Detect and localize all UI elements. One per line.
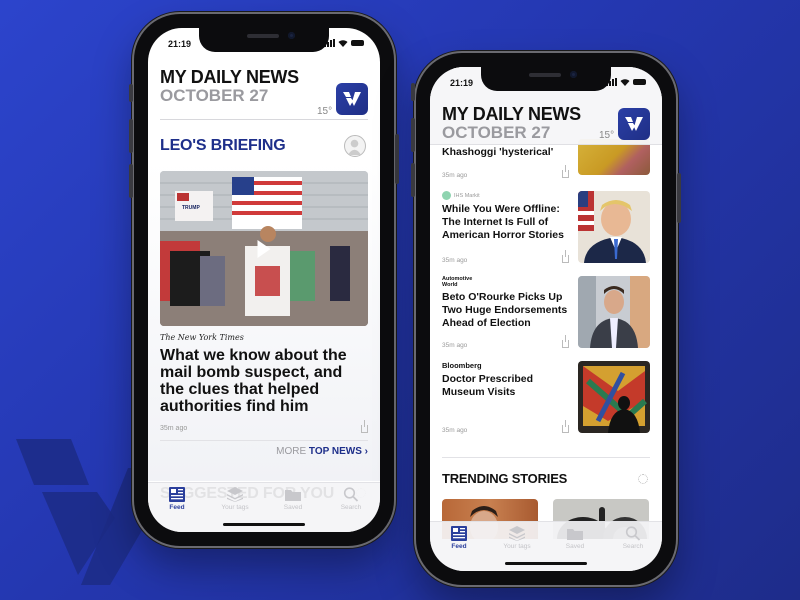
app-logo-button[interactable] [336, 83, 368, 115]
share-icon[interactable] [562, 250, 569, 263]
tab-label: Your tags [221, 504, 249, 511]
volume-up-button [411, 118, 415, 152]
home-indicator[interactable] [223, 523, 305, 526]
status-time: 21:19 [450, 78, 474, 88]
tab-search[interactable]: Search [326, 487, 376, 532]
article-title: Khashoggi 'hysterical' [442, 146, 554, 158]
article-item[interactable]: Khashoggi 'hysterical' 35m ago [442, 139, 650, 185]
feed-icon [169, 487, 185, 502]
divider [442, 457, 650, 458]
tab-label: Search [622, 543, 644, 550]
article-thumbnail [578, 191, 650, 263]
power-button [677, 173, 681, 223]
header-divider [160, 119, 368, 120]
wifi-icon [338, 40, 348, 47]
layers-icon [509, 526, 525, 541]
hero-headline[interactable]: What we know about the mail bomb suspect… [160, 347, 368, 415]
article-time: 35m ago [442, 172, 468, 179]
trending-title: TRENDING STORIES [442, 471, 568, 486]
tab-search[interactable]: Search [608, 526, 658, 571]
article-source: Automotive World [442, 276, 473, 288]
screen-right: 21:19 MY DAILY NEWS OCTOBER 27 15° Khash… [430, 67, 662, 571]
folder-icon [567, 529, 583, 540]
volume-down-button [411, 163, 415, 197]
article-time: 35m ago [442, 342, 468, 349]
share-icon[interactable] [562, 420, 569, 433]
tab-label: Search [340, 504, 362, 511]
tab-feed[interactable]: Feed [434, 526, 484, 571]
temperature: 15° [599, 130, 615, 141]
v-logo-icon [343, 92, 361, 106]
app-logo-button[interactable] [618, 108, 650, 140]
user-icon [347, 139, 362, 155]
feed-icon [451, 526, 467, 541]
layers-icon [227, 487, 243, 502]
gear-icon[interactable] [638, 474, 648, 484]
tab-label: Your tags [503, 543, 531, 550]
briefing-title: LEO'S BRIEFING [160, 137, 286, 154]
mute-switch [411, 83, 415, 101]
background-v-logo [16, 439, 148, 585]
briefing-card[interactable]: TRUMP The New York Times What we know ab… [148, 161, 380, 481]
hero-video-thumbnail[interactable]: TRUMP [160, 171, 368, 326]
v-logo-icon [625, 117, 643, 131]
wifi-icon [620, 79, 630, 86]
temperature: 15° [317, 106, 333, 117]
more-label: MORE [276, 446, 307, 457]
tab-label: Feed [451, 543, 467, 550]
volume-down-button [129, 164, 133, 198]
notch [199, 28, 329, 52]
divider [160, 440, 368, 441]
power-button [395, 134, 399, 184]
tab-label: Saved [283, 504, 303, 511]
battery-icon [351, 40, 364, 46]
more-top-news-link[interactable]: MORE TOP NEWS › [276, 446, 368, 457]
tab-feed[interactable]: Feed [152, 487, 202, 532]
home-indicator[interactable] [505, 562, 587, 565]
share-icon[interactable] [562, 165, 569, 178]
folder-icon [285, 490, 301, 501]
article-title: While You Were Offline: The Internet Is … [442, 203, 564, 241]
top-news-label: TOP NEWS › [308, 446, 368, 457]
article-title: Doctor Prescribed Museum Visits [442, 373, 534, 398]
phone-left: 21:19 MY DAILY NEWS OCTOBER 27 15° LEO'S… [129, 14, 399, 546]
share-icon[interactable] [562, 335, 569, 348]
notch [481, 67, 611, 91]
article-item[interactable]: IHS Markit While You Were Offline: The I… [442, 191, 650, 271]
article-time: 35m ago [442, 257, 468, 264]
app-header: MY DAILY NEWS OCTOBER 27 15° [160, 68, 368, 120]
tab-label: Saved [565, 543, 585, 550]
article-thumbnail [578, 361, 650, 433]
phone-right: 21:19 MY DAILY NEWS OCTOBER 27 15° Khash… [411, 53, 681, 585]
article-item[interactable]: Automotive World Beto O'Rourke Picks Up … [442, 276, 650, 356]
battery-icon [633, 79, 646, 85]
tab-label: Feed [169, 504, 185, 511]
play-icon[interactable] [257, 239, 271, 258]
profile-avatar-button[interactable] [344, 135, 366, 157]
screen-left: 21:19 MY DAILY NEWS OCTOBER 27 15° LEO'S… [148, 28, 380, 532]
status-time: 21:19 [168, 39, 192, 49]
article-source: The New York Times [160, 333, 244, 342]
article-thumbnail [578, 276, 650, 348]
volume-up-button [129, 119, 133, 153]
svg-text:TRUMP: TRUMP [182, 205, 200, 211]
search-icon [625, 526, 641, 541]
article-time: 35m ago [160, 425, 188, 432]
article-time: 35m ago [442, 427, 468, 434]
header-date: OCTOBER 27 [442, 123, 551, 142]
search-icon [343, 487, 359, 502]
mute-switch [129, 84, 133, 102]
article-title: Beto O'Rourke Picks Up Two Huge Endorsem… [442, 291, 568, 329]
source-logo-icon [442, 191, 451, 200]
app-title: MY DAILY NEWS [442, 104, 581, 124]
share-icon[interactable] [361, 420, 368, 433]
article-item[interactable]: Bloomberg Doctor Prescribed Museum Visit… [442, 361, 650, 441]
